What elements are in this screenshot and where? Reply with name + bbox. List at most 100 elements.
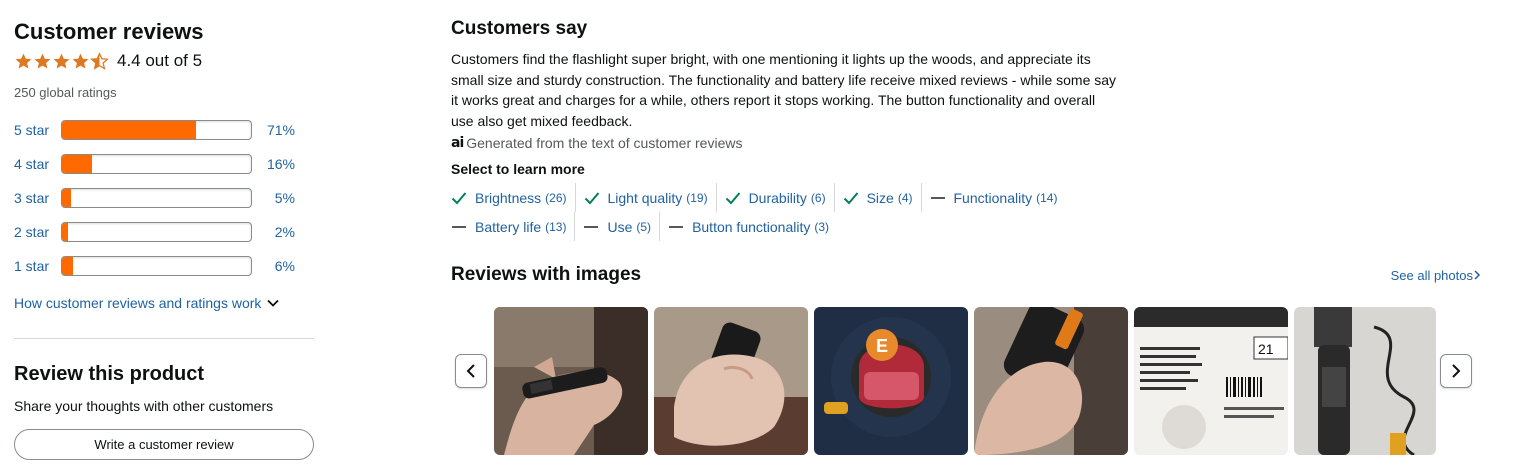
ai-review-summary: Customers find the flashlight super brig… (451, 51, 1117, 129)
dash-icon (451, 219, 467, 235)
histogram-row-4-star[interactable]: 4 star 16% (14, 147, 314, 181)
aspect-count: (3) (814, 219, 830, 234)
customer-reviews-title: Customer reviews (14, 19, 204, 44)
review-image-thumbnail[interactable]: 21 (1134, 307, 1288, 455)
dash-icon (583, 219, 599, 235)
histogram-bar[interactable] (61, 222, 252, 242)
checkmark-icon (843, 190, 859, 206)
histogram-bar-fill (62, 223, 68, 241)
aspect-label[interactable]: Battery life (475, 219, 541, 235)
histogram-bar-fill (62, 121, 197, 139)
aspect-count: (13) (545, 219, 567, 234)
star-full-icon (53, 53, 70, 69)
histogram-row-2-star[interactable]: 2 star 2% (14, 215, 314, 249)
histogram-bar[interactable] (61, 120, 252, 140)
histogram-percent[interactable]: 2% (252, 224, 295, 240)
aspect-chip-button-functionality[interactable]: Button functionality (3) (668, 212, 837, 241)
see-all-photos-link[interactable]: See all photos (1391, 268, 1481, 283)
aspect-label[interactable]: Use (607, 219, 632, 235)
photo-flashlight-in-palm (494, 307, 648, 455)
chevron-right-icon (1474, 270, 1481, 280)
aspect-label[interactable]: Light quality (608, 190, 683, 206)
write-review-button[interactable]: Write a customer review (14, 429, 314, 460)
photo-flashlight-held (974, 307, 1128, 455)
histogram-label[interactable]: 1 star (14, 258, 61, 274)
aspect-label[interactable]: Button functionality (692, 219, 810, 235)
review-image-thumbnail[interactable] (494, 307, 648, 455)
aspect-label[interactable]: Brightness (475, 190, 541, 206)
photo-flashlight-tail-cap: E (814, 307, 968, 455)
aspect-count: (4) (897, 190, 913, 205)
photo-flashlight-in-fist (654, 307, 808, 455)
customers-say-panel: Customers say Customers find the flashli… (451, 17, 1491, 455)
aspect-chip-durability[interactable]: Durability (6) (725, 183, 835, 212)
aspect-chip-size[interactable]: Size (4) (843, 183, 922, 212)
divider (14, 338, 314, 339)
review-product-title: Review this product (14, 363, 205, 385)
generated-note-text: Generated from the text of customer revi… (466, 135, 743, 151)
chevron-down-icon (267, 299, 280, 307)
star-full-icon (72, 53, 89, 69)
star-rating (14, 51, 109, 71)
checkmark-icon (451, 190, 467, 206)
svg-text:21: 21 (1258, 341, 1274, 357)
aspect-count: (14) (1036, 190, 1058, 205)
review-image-thumbnail[interactable] (1294, 307, 1436, 455)
star-full-icon (15, 53, 32, 69)
aspect-label[interactable]: Functionality (954, 190, 1033, 206)
review-image-thumbnail[interactable] (654, 307, 808, 455)
histogram-label[interactable]: 3 star (14, 190, 61, 206)
see-all-photos-label[interactable]: See all photos (1391, 268, 1473, 283)
histogram-row-5-star[interactable]: 5 star 71% (14, 113, 314, 147)
generated-note: ai Generated from the text of customer r… (451, 135, 1491, 151)
aspect-label[interactable]: Durability (749, 190, 807, 206)
photo-flashlight-with-cable (1294, 307, 1436, 455)
histogram-label[interactable]: 5 star (14, 122, 61, 138)
histogram-percent[interactable]: 71% (252, 122, 295, 138)
aspect-chip-functionality[interactable]: Functionality (14) (930, 183, 1066, 212)
histogram-bar[interactable] (61, 154, 252, 174)
rating-text: 4.4 out of 5 (117, 51, 203, 70)
aspect-count: (6) (810, 190, 826, 205)
average-rating[interactable]: 4.4 out of 5 (14, 49, 314, 73)
aspect-count: (19) (686, 190, 708, 205)
histogram-bar[interactable] (61, 256, 252, 276)
carousel-next-button[interactable] (1440, 354, 1472, 388)
review-image-thumbnail[interactable]: E (814, 307, 968, 455)
aspect-count: (5) (636, 219, 652, 234)
histogram-percent[interactable]: 16% (252, 156, 295, 172)
histogram-percent[interactable]: 5% (252, 190, 295, 206)
checkmark-icon (725, 190, 741, 206)
customers-say-title: Customers say (451, 18, 588, 39)
histogram-label[interactable]: 4 star (14, 156, 61, 172)
histogram-bar[interactable] (61, 188, 252, 208)
dash-icon (668, 219, 684, 235)
aspect-chip-use[interactable]: Use (5) (583, 212, 661, 241)
histogram-percent[interactable]: 6% (252, 258, 295, 274)
star-full-icon (34, 53, 51, 69)
how-reviews-work-link[interactable]: How customer reviews and ratings work (14, 295, 314, 311)
histogram-row-1-star[interactable]: 1 star 6% (14, 249, 314, 283)
reviews-summary-panel: Customer reviews 4.4 out of 5 250 global… (14, 18, 314, 460)
chevron-right-icon (1452, 364, 1461, 378)
aspect-label[interactable]: Size (867, 190, 894, 206)
checkmark-icon (584, 190, 600, 206)
histogram-label[interactable]: 2 star (14, 224, 61, 240)
aspect-chip-light-quality[interactable]: Light quality (19) (584, 183, 717, 212)
histogram-row-3-star[interactable]: 3 star 5% (14, 181, 314, 215)
select-to-learn-more-label: Select to learn more (451, 161, 585, 177)
aspect-chips: Brightness (26) Light quality (19) Durab… (451, 183, 1151, 241)
review-image-thumbnail[interactable] (974, 307, 1128, 455)
aspect-count: (26) (545, 190, 567, 205)
reviews-with-images-header: Reviews with images See all photos (451, 264, 1481, 286)
histogram-bar-fill (62, 155, 93, 173)
carousel-prev-button[interactable] (455, 354, 487, 388)
review-images-carousel: E 21 (451, 307, 1491, 457)
how-reviews-work-label[interactable]: How customer reviews and ratings work (14, 295, 261, 311)
review-product-subtitle: Share your thoughts with other customers (14, 398, 274, 414)
global-ratings-count: 250 global ratings (14, 85, 117, 100)
aspect-chip-battery-life[interactable]: Battery life (13) (451, 212, 576, 241)
histogram-bar-fill (62, 189, 72, 207)
aspect-chip-brightness[interactable]: Brightness (26) (451, 183, 576, 212)
svg-text:E: E (876, 336, 888, 356)
